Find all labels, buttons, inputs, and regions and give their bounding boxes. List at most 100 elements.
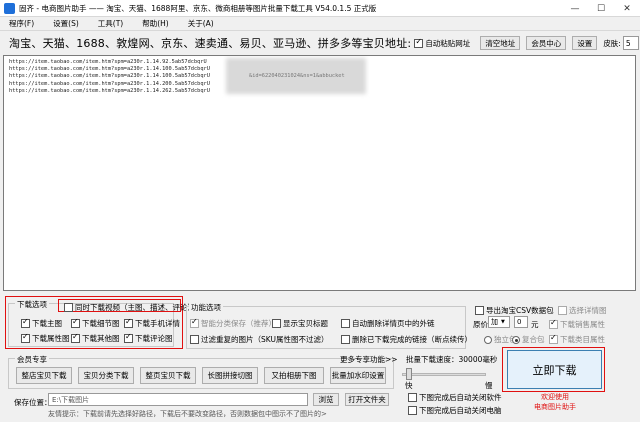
shutdown-label: 下图完成后自动关闭电脑 bbox=[419, 406, 502, 415]
close-software-label: 下图完成后自动关闭软件 bbox=[419, 393, 502, 402]
app-logo-icon bbox=[4, 2, 15, 14]
auto-paste-label: 自动粘贴网址 bbox=[425, 38, 471, 48]
menu-tools[interactable]: 工具(T) bbox=[98, 18, 123, 29]
speed-fast-label: 快 bbox=[405, 381, 413, 390]
download-attribute-image-checkbox[interactable]: 下载属性图 bbox=[21, 332, 70, 344]
check-icon[interactable] bbox=[475, 306, 484, 315]
pick-detail-image-checkbox[interactable]: 选择详情图 bbox=[558, 305, 607, 316]
save-path-input[interactable]: E:\下载图片 bbox=[48, 393, 308, 406]
filter-duplicate-images-checkbox[interactable]: 过滤重复的图片（SKU属性图不过滤） bbox=[190, 334, 328, 345]
menu-about[interactable]: 关于(A) bbox=[188, 18, 214, 29]
menu-settings[interactable]: 设置(S) bbox=[53, 18, 79, 29]
welcome-line: 欢迎使用 bbox=[541, 393, 569, 401]
filter-duplicate-images-label: 过滤重复的图片（SKU属性图不过滤） bbox=[201, 335, 329, 344]
open-folder-button[interactable]: 打开文件夹 bbox=[345, 393, 389, 406]
close-software-checkbox[interactable]: 下图完成后自动关闭软件 bbox=[408, 392, 502, 403]
check-icon[interactable] bbox=[64, 303, 73, 312]
check-icon[interactable] bbox=[124, 332, 133, 343]
radio-icon[interactable] bbox=[484, 335, 492, 344]
shop-download-button[interactable]: 整店宝贝下载 bbox=[16, 367, 72, 384]
shutdown-checkbox[interactable]: 下图完成后自动关闭电脑 bbox=[408, 405, 502, 416]
clear-address-button[interactable]: 清空地址 bbox=[480, 36, 521, 50]
check-icon[interactable] bbox=[549, 333, 558, 344]
export-csv-checkbox[interactable]: 导出淘宝CSV数据包 bbox=[475, 305, 554, 316]
auto-delete-external-links-checkbox[interactable]: 自动删除详情页中的外链 bbox=[341, 318, 435, 329]
check-icon[interactable] bbox=[272, 319, 281, 328]
show-title-checkbox[interactable]: 显示宝贝标题 bbox=[272, 318, 328, 329]
check-icon[interactable] bbox=[124, 317, 133, 328]
pick-detail-image-label: 选择详情图 bbox=[569, 306, 607, 315]
check-icon[interactable] bbox=[558, 306, 567, 315]
browse-button[interactable]: 浏览 bbox=[313, 393, 339, 406]
settings-button[interactable]: 设置 bbox=[572, 36, 598, 50]
delete-downloaded-links-label: 删除已下载完成的链接（断点续传） bbox=[352, 335, 472, 344]
download-mobile-detail-label: 下载手机详情 bbox=[135, 319, 180, 328]
long-image-button[interactable]: 长图拼接切图 bbox=[202, 367, 258, 384]
skin-spinner[interactable]: 5 bbox=[622, 36, 639, 50]
price-op-select[interactable]: 加 ▼ bbox=[488, 316, 510, 328]
speed-label: 批量下载速度：30000毫秒 bbox=[406, 355, 498, 364]
menu-help[interactable]: 帮助(H) bbox=[142, 18, 169, 29]
download-mobile-detail-checkbox[interactable]: 下载手机详情 bbox=[124, 317, 180, 329]
auto-paste-checkbox[interactable]: 自动粘贴网址 bbox=[414, 37, 471, 49]
member-title: 会员专享 bbox=[15, 354, 49, 365]
check-icon[interactable] bbox=[190, 335, 199, 344]
maximize-button[interactable]: ☐ bbox=[588, 0, 614, 17]
download-attribute-image-label: 下载属性图 bbox=[32, 334, 70, 343]
menu-bar: 程序(F) 设置(S) 工具(T) 帮助(H) 关于(A) bbox=[0, 17, 640, 31]
speed-slider-thumb[interactable] bbox=[405, 368, 412, 380]
start-download-button[interactable]: 立即下载 bbox=[507, 350, 602, 389]
chevron-down-icon: ▼ bbox=[501, 319, 505, 325]
speed-slow-label: 慢 bbox=[485, 381, 493, 390]
watermark-settings-button[interactable]: 批量加水印设置 bbox=[330, 367, 386, 384]
download-category-attr-checkbox[interactable]: 下载类目属性 bbox=[549, 333, 605, 345]
show-title-label: 显示宝贝标题 bbox=[283, 319, 328, 328]
close-button[interactable]: ✕ bbox=[614, 0, 640, 17]
export-csv-label: 导出淘宝CSV数据包 bbox=[486, 306, 554, 315]
check-icon[interactable] bbox=[71, 317, 80, 328]
save-location-label: 保存位置： bbox=[14, 398, 52, 407]
function-options-title: 功能选项 bbox=[189, 302, 223, 313]
check-icon[interactable] bbox=[21, 332, 30, 343]
download-video-checkbox[interactable]: 同时下载视频（主图、描述、评论） bbox=[64, 302, 195, 313]
youpai-album-button[interactable]: 又拍相册下图 bbox=[264, 367, 324, 384]
delete-downloaded-links-checkbox[interactable]: 删除已下载完成的链接（断点续传） bbox=[341, 334, 472, 345]
radio-icon[interactable] bbox=[512, 335, 520, 344]
menu-program[interactable]: 程序(F) bbox=[9, 18, 34, 29]
title-bar: 固齐 - 电商图片助手 —— 淘宝、天猫、1688阿里、京东、微商相册等图片批量… bbox=[0, 0, 640, 17]
check-icon[interactable] bbox=[71, 332, 80, 343]
price-value-input[interactable]: 0 bbox=[514, 316, 528, 328]
minimize-button[interactable]: — bbox=[562, 0, 588, 17]
check-icon[interactable] bbox=[341, 319, 350, 328]
download-main-image-checkbox[interactable]: 下载主图 bbox=[21, 317, 62, 329]
check-icon[interactable] bbox=[21, 317, 30, 328]
composite-package-radio[interactable]: 复合包 bbox=[512, 334, 545, 345]
download-detail-image-checkbox[interactable]: 下载细节图 bbox=[71, 317, 120, 329]
check-icon[interactable] bbox=[190, 317, 199, 328]
auto-delete-external-links-label: 自动删除详情页中的外链 bbox=[352, 319, 435, 328]
category-download-button[interactable]: 宝贝分类下载 bbox=[78, 367, 134, 384]
price-unit-label: 元 bbox=[531, 320, 539, 329]
download-other-image-label: 下载其他图 bbox=[82, 334, 120, 343]
check-icon[interactable] bbox=[549, 318, 558, 329]
smart-category-save-checkbox[interactable]: 智能分类保存（推荐） bbox=[190, 317, 276, 329]
check-icon[interactable] bbox=[408, 406, 417, 415]
check-icon[interactable] bbox=[341, 335, 350, 344]
member-center-button[interactable]: 会员中心 bbox=[526, 36, 567, 50]
welcome-text: 欢迎使用 电商图片助手 bbox=[510, 392, 600, 412]
url-fragment: &id=622040231024&ns=1&abbucket bbox=[249, 73, 345, 79]
window-title: 固齐 - 电商图片助手 —— 淘宝、天猫、1688阿里、京东、微商相册等图片批量… bbox=[19, 3, 377, 13]
download-sales-attr-checkbox[interactable]: 下载销售属性 bbox=[549, 318, 605, 330]
download-other-image-checkbox[interactable]: 下载其他图 bbox=[71, 332, 120, 344]
url-textarea[interactable]: https://item.taobao.com/item.htm?spm=a23… bbox=[3, 55, 636, 291]
speed-slider-track[interactable] bbox=[402, 373, 486, 376]
download-review-image-checkbox[interactable]: 下载评论图 bbox=[124, 332, 173, 344]
auto-paste-check-icon[interactable] bbox=[414, 37, 424, 48]
more-features-link[interactable]: 更多专享功能>> bbox=[340, 354, 398, 365]
tip-text: 友情提示：下载前请先选择好路径，下载后不要改变路径，否则数据包中图示不了图片的> bbox=[48, 410, 327, 418]
check-icon[interactable] bbox=[408, 393, 417, 402]
window-controls: — ☐ ✕ bbox=[562, 0, 640, 17]
address-bar: 淘宝、天猫、1688、敦煌网、京东、速卖通、易贝、亚马逊、拼多多等宝贝地址: 自… bbox=[0, 32, 640, 54]
page-download-button[interactable]: 整页宝贝下载 bbox=[140, 367, 196, 384]
download-detail-image-label: 下载细节图 bbox=[82, 319, 120, 328]
